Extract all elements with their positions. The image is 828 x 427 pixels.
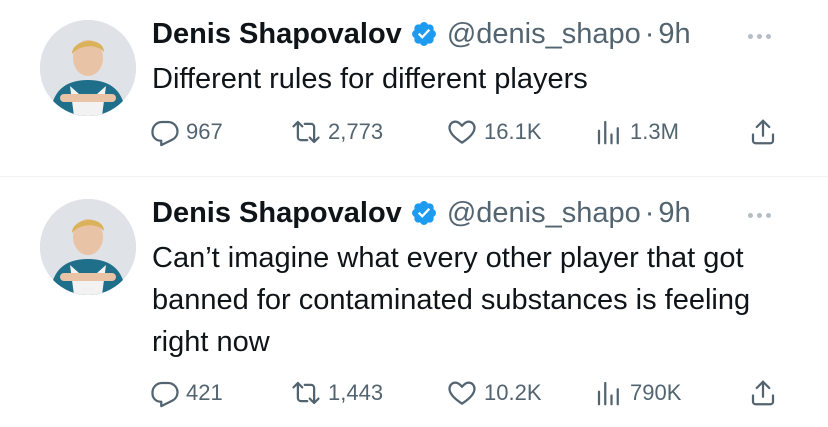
reply-count: 421	[186, 380, 223, 405]
separator-dot: ·	[644, 17, 655, 50]
author-name[interactable]: Denis Shapovalov	[152, 18, 402, 51]
share-icon	[748, 378, 778, 408]
like-icon	[446, 117, 478, 147]
retweet-button[interactable]: 1,443	[290, 373, 383, 413]
reply-button[interactable]: 421	[150, 373, 223, 413]
avatar[interactable]	[40, 20, 136, 116]
reply-icon	[150, 117, 180, 147]
timestamp[interactable]: 9h	[658, 18, 690, 51]
retweet-count: 2,773	[328, 119, 384, 144]
author-handle[interactable]: @denis_shapo	[447, 18, 641, 51]
separator-dot: ·	[644, 196, 655, 229]
like-count: 16.1K	[484, 119, 542, 144]
tweet-header: Denis Shapovalov @denis_shapo · 9h	[152, 14, 691, 54]
author-name[interactable]: Denis Shapovalov	[152, 197, 402, 230]
more-icon[interactable]	[748, 30, 778, 42]
retweet-count: 1,443	[328, 380, 384, 405]
like-count: 10.2K	[484, 380, 542, 405]
retweet-icon	[290, 378, 322, 408]
share-button[interactable]	[748, 112, 778, 152]
like-button[interactable]: 16.1K	[446, 112, 542, 152]
reply-icon	[150, 378, 180, 408]
avatar[interactable]	[40, 199, 136, 295]
share-icon	[748, 117, 778, 147]
reply-button[interactable]: 967	[150, 112, 223, 152]
views-count: 790K	[630, 380, 682, 405]
views-button[interactable]: 790K	[594, 373, 681, 413]
tweet-text: Can’t imagine what every other player th…	[152, 242, 751, 358]
tweet-text: Different rules for different players	[152, 63, 588, 95]
like-icon	[446, 378, 478, 408]
tweet-header: Denis Shapovalov @denis_shapo · 9h	[152, 193, 691, 233]
retweet-icon	[290, 117, 322, 147]
tweet[interactable]: Denis Shapovalov @denis_shapo · 9h Can’t…	[0, 177, 828, 427]
share-button[interactable]	[748, 373, 778, 413]
reply-count: 967	[186, 119, 223, 144]
verified-badge-icon	[410, 20, 438, 48]
views-count: 1.3M	[630, 119, 679, 144]
timestamp[interactable]: 9h	[658, 197, 690, 230]
tweet-actions: 967 2,773 16.1K 1.3M	[150, 112, 790, 152]
more-icon[interactable]	[748, 209, 778, 221]
tweet[interactable]: Denis Shapovalov @denis_shapo · 9h Diffe…	[0, 0, 828, 176]
views-icon	[594, 378, 624, 408]
verified-badge-icon	[410, 199, 438, 227]
like-button[interactable]: 10.2K	[446, 373, 542, 413]
retweet-button[interactable]: 2,773	[290, 112, 383, 152]
tweet-actions: 421 1,443 10.2K 790K	[150, 373, 790, 413]
views-icon	[594, 117, 624, 147]
views-button[interactable]: 1.3M	[594, 112, 679, 152]
author-handle[interactable]: @denis_shapo	[447, 197, 641, 230]
